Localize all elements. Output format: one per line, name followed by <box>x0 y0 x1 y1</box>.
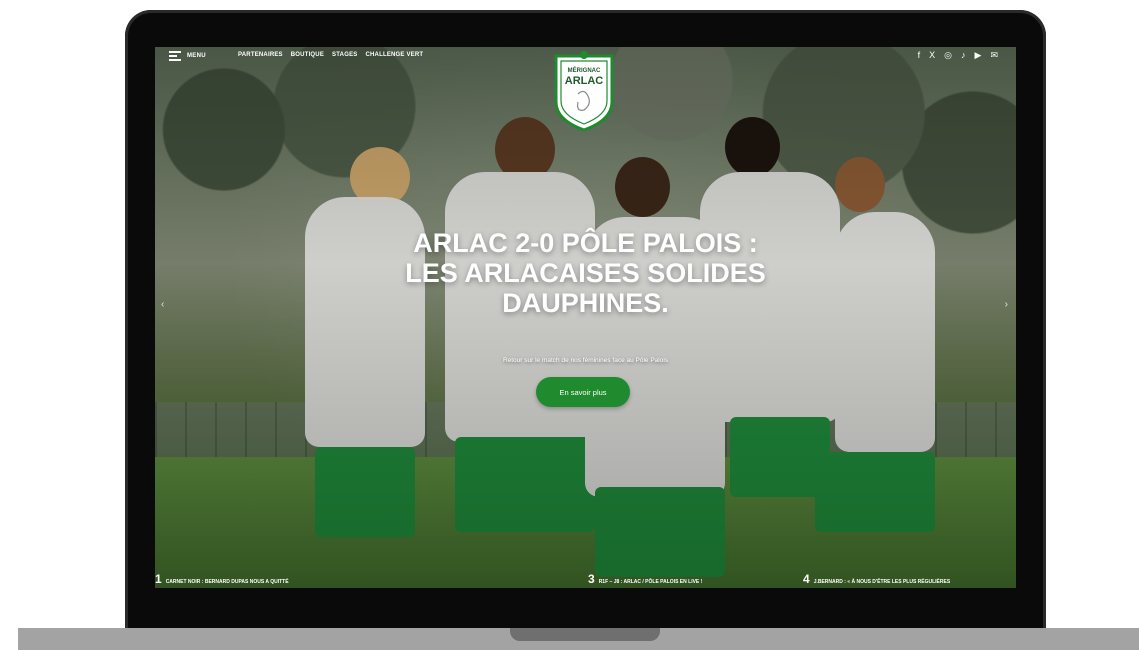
news-number: 4 <box>803 572 810 586</box>
youtube-icon[interactable]: ▶ <box>975 49 982 61</box>
hamburger-icon <box>169 51 181 61</box>
nav-link-boutique[interactable]: BOUTIQUE <box>291 52 324 58</box>
club-logo[interactable]: MÉRIGNAC ARLAC <box>552 50 616 132</box>
next-slide-arrow-icon[interactable]: › <box>1005 299 1008 310</box>
menu-label: MENU <box>187 52 206 59</box>
news-item-4[interactable]: 4 J.BERNARD : « À NOUS D'ÊTRE LES PLUS R… <box>803 573 950 585</box>
hero-title: ARLAC 2-0 PÔLE PALOIS : LES ARLACAISES S… <box>405 228 766 318</box>
news-text: CARNET NOIR : BERNARD DUPAS NOUS A QUITT… <box>165 579 289 585</box>
x-icon[interactable]: X <box>929 49 935 61</box>
instagram-icon[interactable]: ◎ <box>944 49 952 61</box>
mail-icon[interactable]: ✉ <box>990 49 998 61</box>
nav-links: PARTENAIRES BOUTIQUE STAGES CHALLENGE VE… <box>238 52 423 58</box>
menu-button[interactable]: MENU <box>169 51 206 61</box>
logo-top-text: MÉRIGNAC <box>568 66 601 74</box>
prev-slide-arrow-icon[interactable]: ‹ <box>161 299 164 310</box>
laptop-notch <box>510 628 660 641</box>
news-text: R1F – J8 : ARLAC / PÔLE PALOIS EN LIVE ! <box>598 579 703 585</box>
facebook-icon[interactable]: f <box>918 49 921 61</box>
nav-link-stages[interactable]: STAGES <box>332 52 357 58</box>
tiktok-icon[interactable]: ♪ <box>961 49 966 61</box>
news-text: J.BERNARD : « À NOUS D'ÊTRE LES PLUS RÉG… <box>813 579 951 585</box>
hero-subtitle: Retour sur le match de nos féminines fac… <box>502 357 669 364</box>
nav-link-challenge-vert[interactable]: CHALLENGE VERT <box>365 52 423 58</box>
learn-more-button[interactable]: En savoir plus <box>536 377 630 407</box>
website-screen: MENU PARTENAIRES BOUTIQUE STAGES CHALLEN… <box>155 47 1016 588</box>
news-number: 3 <box>588 572 595 586</box>
social-links: f X ◎ ♪ ▶ ✉ <box>918 49 998 61</box>
nav-link-partenaires[interactable]: PARTENAIRES <box>238 52 283 58</box>
news-number: 1 <box>155 572 162 586</box>
logo-main-text: ARLAC <box>565 75 604 87</box>
news-item-3[interactable]: 3 R1F – J8 : ARLAC / PÔLE PALOIS EN LIVE… <box>588 573 702 585</box>
news-item-1[interactable]: 1 CARNET NOIR : BERNARD DUPAS NOUS A QUI… <box>155 573 289 585</box>
